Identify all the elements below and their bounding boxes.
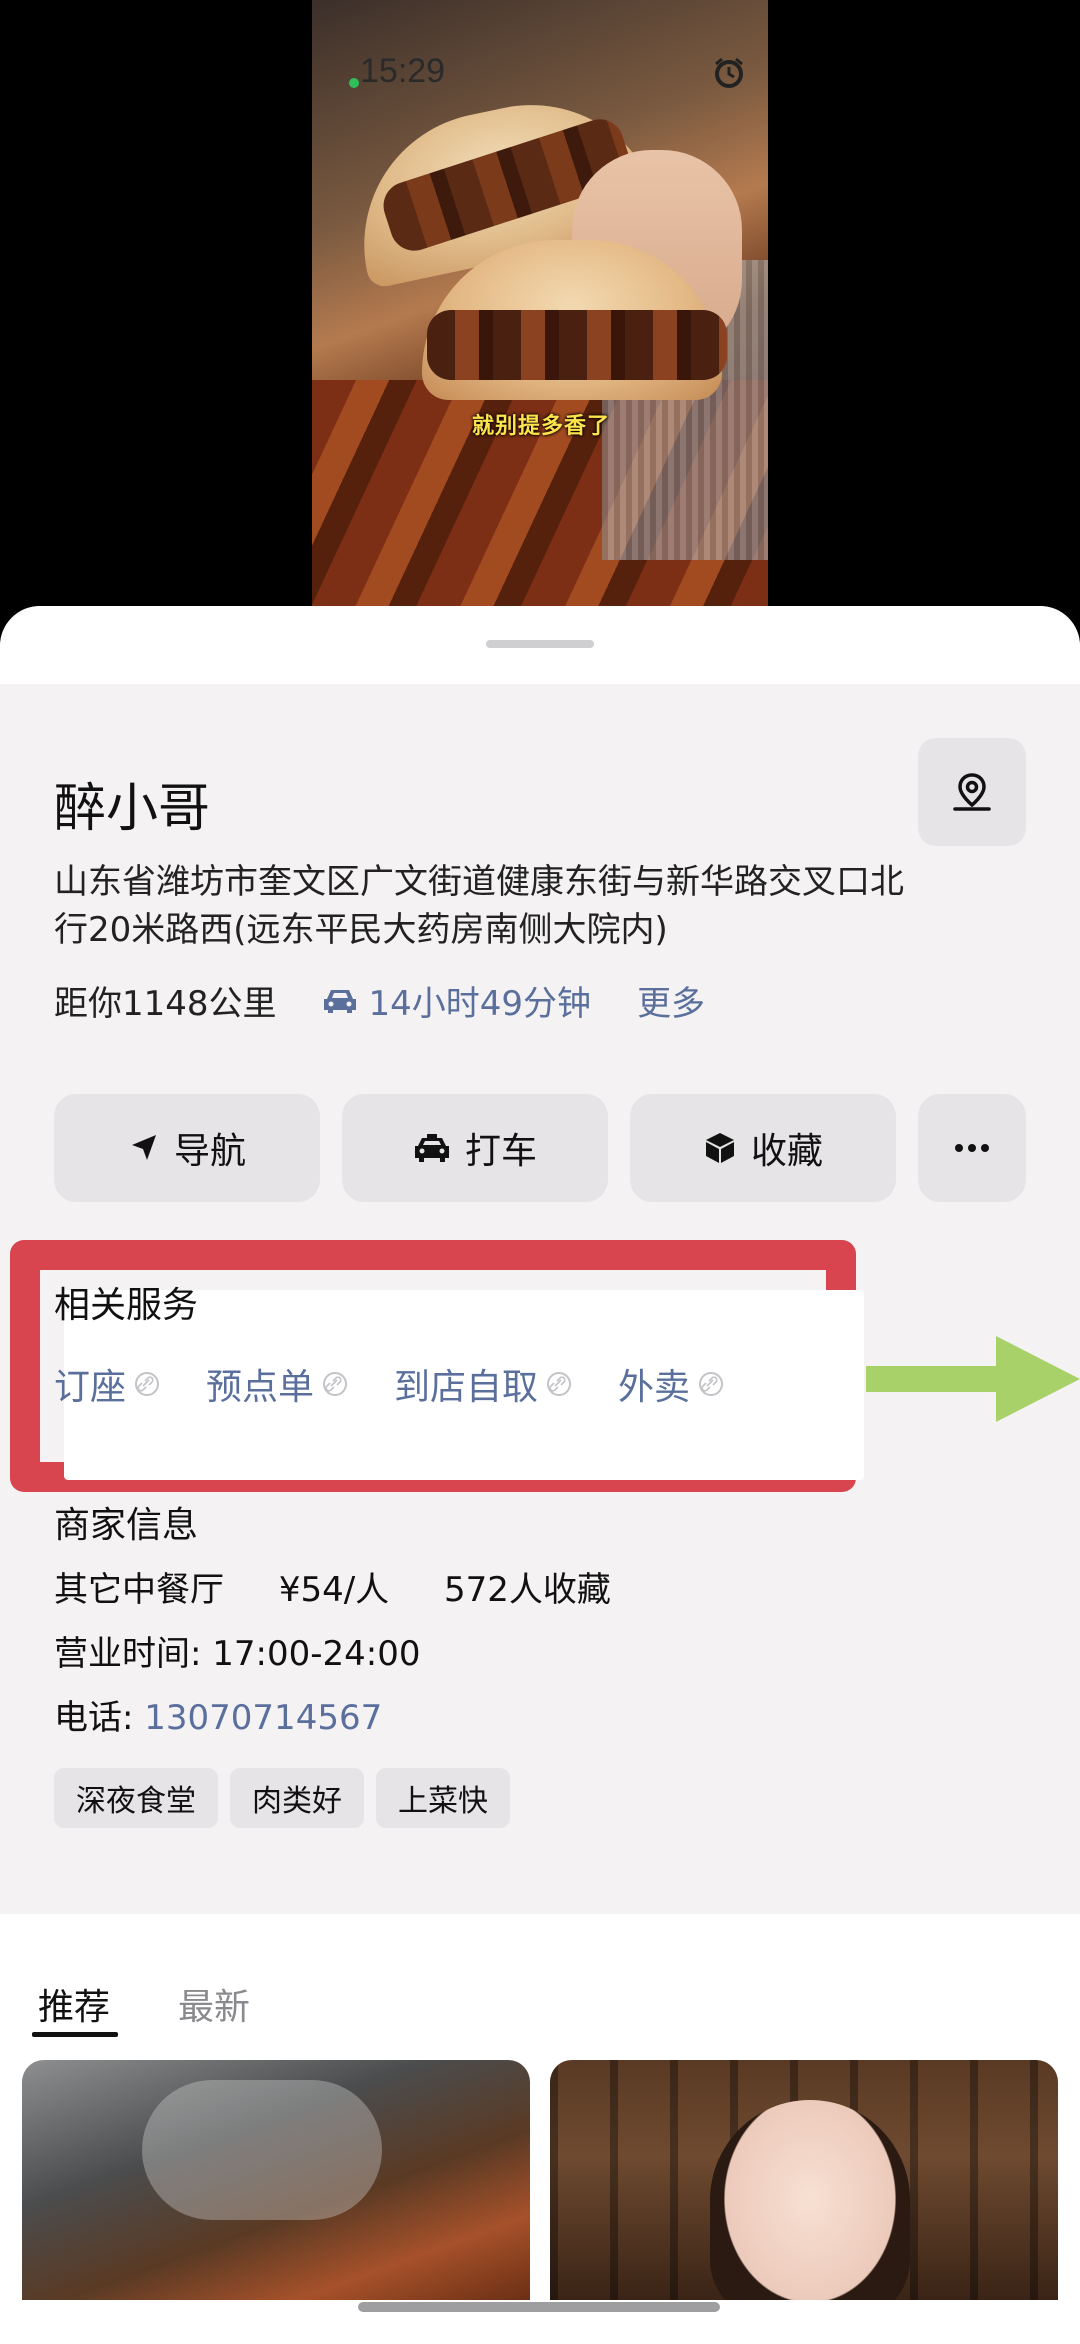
favorite-button[interactable]: 收藏 bbox=[630, 1094, 896, 1202]
service-preorder[interactable]: 预点单 bbox=[206, 1358, 348, 1410]
merchant-category: 其它中餐厅 bbox=[54, 1570, 224, 1610]
link-icon bbox=[547, 1372, 572, 1396]
related-services-title: 相关服务 bbox=[54, 1285, 199, 1326]
meat-image-2 bbox=[427, 310, 727, 380]
service-label: 订座 bbox=[54, 1367, 127, 1408]
merchant-price: ¥54/人 bbox=[278, 1570, 390, 1610]
taxi-label: 打车 bbox=[464, 1131, 537, 1172]
drive-time[interactable]: 14小时49分钟 bbox=[321, 976, 592, 1025]
alarm-icon bbox=[715, 57, 743, 88]
merchant-phone-row: 电话: 13070714567 bbox=[54, 1690, 382, 1739]
status-time: 15:29 bbox=[360, 52, 446, 90]
navigate-button[interactable]: 导航 bbox=[54, 1094, 320, 1202]
merchant-tags: 深夜食堂 肉类好 上菜快 bbox=[54, 1768, 522, 1828]
distance-row: 距你1148公里 14小时49分钟 更多 bbox=[54, 976, 705, 1025]
card-thumbnail bbox=[142, 2080, 382, 2220]
merchant-summary: 其它中餐厅 ¥54/人 572人收藏 bbox=[54, 1562, 655, 1611]
video-area[interactable]: 就别提多香了 15:29 bbox=[0, 0, 1080, 640]
home-indicator[interactable] bbox=[358, 2302, 720, 2312]
place-name: 醉小哥 bbox=[54, 779, 211, 839]
navigate-label: 导航 bbox=[173, 1131, 246, 1172]
feed-card[interactable] bbox=[550, 2060, 1058, 2300]
green-arrow-icon bbox=[866, 1336, 1080, 1422]
tag[interactable]: 肉类好 bbox=[230, 1768, 364, 1828]
service-label: 预点单 bbox=[206, 1367, 315, 1408]
service-label: 外卖 bbox=[618, 1367, 691, 1408]
service-label: 到店自取 bbox=[394, 1367, 539, 1408]
cube-icon bbox=[705, 1133, 734, 1163]
person-image bbox=[710, 2100, 910, 2300]
drag-handle[interactable] bbox=[486, 640, 594, 648]
merchant-info-title: 商家信息 bbox=[54, 1505, 199, 1546]
taxi-button[interactable]: 打车 bbox=[342, 1094, 608, 1202]
action-bar: 导航 打车 收藏 bbox=[54, 1094, 1026, 1202]
video-caption: 就别提多香了 bbox=[472, 414, 611, 439]
feed-card[interactable] bbox=[22, 2060, 530, 2300]
merchant-favorites: 572人收藏 bbox=[443, 1570, 611, 1610]
tag[interactable]: 上菜快 bbox=[376, 1768, 510, 1828]
tab-indicator bbox=[32, 2032, 118, 2037]
tag[interactable]: 深夜食堂 bbox=[54, 1768, 218, 1828]
car-icon bbox=[323, 989, 356, 1013]
link-icon bbox=[323, 1372, 348, 1396]
tab-recommended[interactable]: 推荐 bbox=[38, 1978, 110, 2030]
video-frame[interactable]: 就别提多香了 bbox=[312, 0, 768, 610]
status-dot bbox=[349, 78, 359, 88]
taxi-icon bbox=[414, 1134, 449, 1162]
favorite-label: 收藏 bbox=[750, 1131, 823, 1172]
phone-number-link[interactable]: 13070714567 bbox=[144, 1698, 382, 1738]
more-actions-button[interactable] bbox=[918, 1094, 1026, 1202]
service-pickup[interactable]: 到店自取 bbox=[394, 1358, 572, 1410]
tab-latest[interactable]: 最新 bbox=[178, 1978, 250, 2030]
map-pin-icon bbox=[953, 773, 991, 811]
related-services-list: 订座 预点单 到店自取 外卖 bbox=[54, 1358, 770, 1410]
ellipsis-icon bbox=[955, 1144, 989, 1152]
link-icon bbox=[135, 1372, 160, 1396]
place-address: 山东省潍坊市奎文区广文街道健康东街与新华路交叉口北行20米路西(远东平民大药房南… bbox=[54, 862, 904, 950]
drive-time-text: 14小时49分钟 bbox=[368, 984, 592, 1024]
content-feed: 推荐 最新 bbox=[0, 1914, 1080, 2344]
merchant-hours: 营业时间: 17:00-24:00 bbox=[54, 1634, 421, 1674]
map-pin-button[interactable] bbox=[918, 738, 1026, 846]
sheet-header[interactable] bbox=[0, 606, 1080, 684]
place-detail-sheet: 醉小哥 山东省潍坊市奎文区广文街道健康东街与新华路交叉口北行20米路西(远东平民… bbox=[0, 606, 1080, 2344]
service-delivery[interactable]: 外卖 bbox=[618, 1358, 724, 1410]
navigation-arrow-icon bbox=[131, 1135, 156, 1160]
more-link[interactable]: 更多 bbox=[637, 976, 705, 1025]
link-icon bbox=[699, 1372, 724, 1396]
distance-text: 距你1148公里 bbox=[54, 984, 277, 1024]
phone-label: 电话: bbox=[54, 1698, 145, 1738]
service-reserve[interactable]: 订座 bbox=[54, 1358, 160, 1410]
